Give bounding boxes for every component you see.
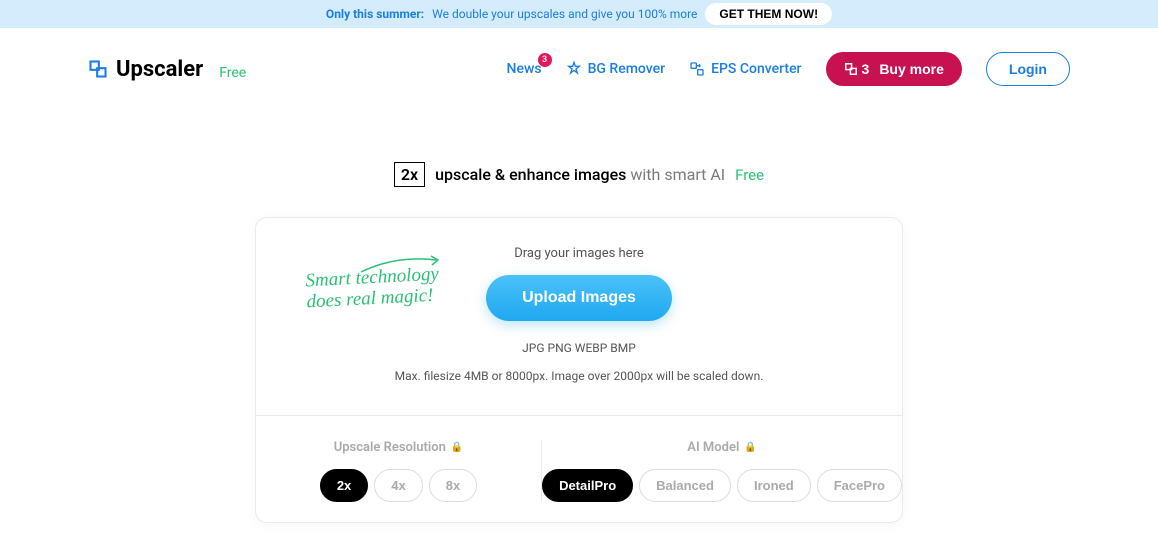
resolution-option-8x[interactable]: 8x xyxy=(429,469,477,502)
free-badge: Free xyxy=(219,65,246,81)
options-section: Upscale Resolution 🔒 2x 4x 8x AI Model 🔒… xyxy=(256,416,902,522)
nav-eps-converter-link[interactable]: EPS Converter xyxy=(689,61,801,77)
buy-more-button[interactable]: 3 Buy more xyxy=(826,52,962,86)
headline-multiplier-box: 2x xyxy=(394,162,425,187)
credits-icon xyxy=(844,62,858,76)
headline-free-text: Free xyxy=(735,166,764,184)
lock-icon: 🔒 xyxy=(451,442,463,453)
lock-icon: 🔒 xyxy=(744,442,756,453)
resolution-option-2x[interactable]: 2x xyxy=(320,469,368,502)
resolution-group: Upscale Resolution 🔒 2x 4x 8x xyxy=(256,440,542,502)
eps-converter-icon xyxy=(689,61,705,77)
headline: 2x upscale & enhance images with smart A… xyxy=(394,162,764,187)
credits-display: 3 xyxy=(844,61,870,77)
headline-combined: upscale & enhance images with smart AI xyxy=(435,165,725,184)
model-option-detailpro[interactable]: DetailPro xyxy=(542,469,633,502)
bg-remover-icon xyxy=(566,61,582,77)
model-label-text: AI Model xyxy=(687,440,739,455)
main-content: 2x upscale & enhance images with smart A… xyxy=(0,110,1158,523)
buy-more-label: Buy more xyxy=(879,61,944,77)
resolution-label: Upscale Resolution 🔒 xyxy=(334,440,464,455)
resolution-label-text: Upscale Resolution xyxy=(334,440,446,455)
model-option-facepro[interactable]: FacePro xyxy=(817,469,902,502)
logo-text: Upscaler xyxy=(116,57,203,82)
nav-news-link[interactable]: News 3 xyxy=(507,61,542,77)
upload-drop-zone[interactable]: Smart technology does real magic! Drag y… xyxy=(256,218,902,415)
logo-section[interactable]: Upscaler Free xyxy=(88,57,246,82)
nav-news-label: News xyxy=(507,61,542,77)
login-button[interactable]: Login xyxy=(986,52,1070,86)
model-label: AI Model 🔒 xyxy=(687,440,757,455)
upload-card: Smart technology does real magic! Drag y… xyxy=(255,217,903,523)
credits-count: 3 xyxy=(862,61,870,77)
headline-sub-text: with smart AI xyxy=(630,165,725,184)
news-badge-count: 3 xyxy=(538,53,552,67)
model-option-ironed[interactable]: Ironed xyxy=(737,469,811,502)
headline-main-text: upscale & enhance images xyxy=(435,165,626,184)
nav-bg-remover-label: BG Remover xyxy=(588,61,666,77)
nav: News 3 BG Remover EPS Converter xyxy=(507,52,1070,86)
header: Upscaler Free News 3 BG Remover E xyxy=(0,28,1158,110)
resolution-pill-group: 2x 4x 8x xyxy=(320,469,477,502)
resolution-option-4x[interactable]: 4x xyxy=(374,469,422,502)
model-pill-group: DetailPro Balanced Ironed FacePro xyxy=(542,469,902,502)
promo-banner: Only this summer: We double your upscale… xyxy=(0,0,1158,28)
nav-bg-remover-link[interactable]: BG Remover xyxy=(566,61,666,77)
upscaler-logo-icon xyxy=(88,59,108,79)
drag-hint-text: Drag your images here xyxy=(296,246,862,261)
upload-images-button[interactable]: Upload Images xyxy=(486,275,672,321)
promo-strong-text: Only this summer: xyxy=(326,7,424,21)
model-group: AI Model 🔒 DetailPro Balanced Ironed Fac… xyxy=(542,440,902,502)
promo-text: We double your upscales and give you 100… xyxy=(432,7,697,21)
promo-cta-button[interactable]: GET THEM NOW! xyxy=(705,3,832,25)
model-option-balanced[interactable]: Balanced xyxy=(639,469,731,502)
file-limit-text: Max. filesize 4MB or 8000px. Image over … xyxy=(296,369,862,383)
supported-formats-text: JPG PNG WEBP BMP xyxy=(296,341,862,355)
handwritten-note: Smart technology does real magic! xyxy=(305,265,441,314)
handwritten-line2: does real magic! xyxy=(306,285,440,313)
nav-eps-converter-label: EPS Converter xyxy=(711,61,801,77)
